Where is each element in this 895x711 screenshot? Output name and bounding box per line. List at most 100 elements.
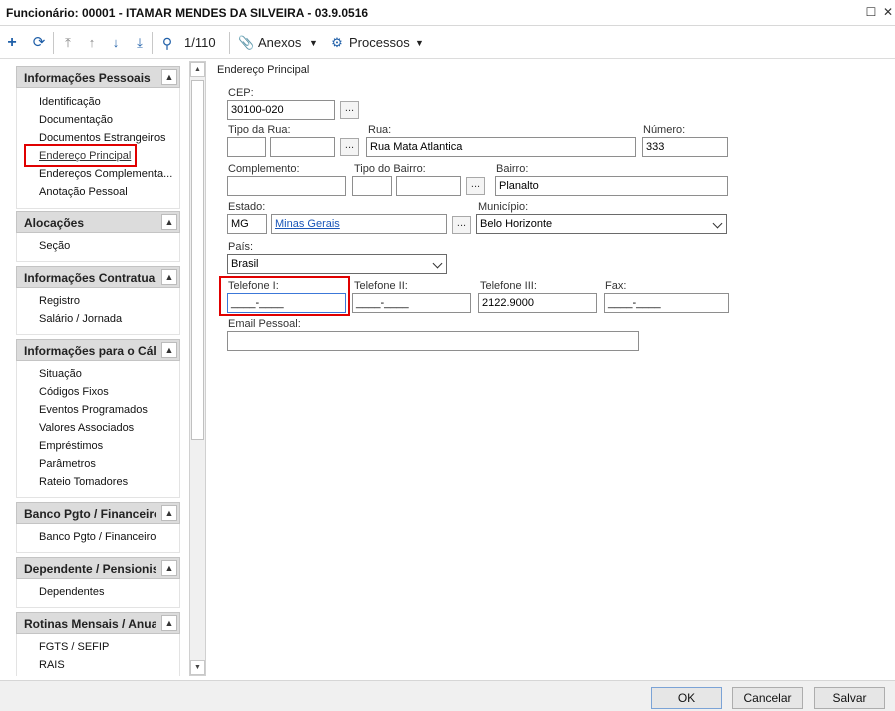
complemento-input[interactable] — [227, 176, 346, 196]
highlight-box — [24, 144, 137, 167]
refresh-icon[interactable]: ⟳ — [30, 33, 48, 53]
telefone2-label: Telefone II: — [354, 280, 408, 292]
telefone3-input[interactable]: 2122.9000 — [478, 293, 597, 313]
next-record-icon[interactable]: ↓ — [108, 33, 124, 53]
email-input[interactable] — [227, 331, 639, 351]
municipio-label: Município: — [478, 201, 529, 213]
group-header[interactable]: Alocações ▲ — [16, 211, 180, 233]
tipo-bairro-code-input[interactable] — [352, 176, 392, 196]
footer-bar: OK Cancelar Salvar — [0, 680, 895, 711]
estado-name-link[interactable]: Minas Gerais — [271, 214, 447, 234]
chevron-down-icon[interactable]: ▼ — [415, 33, 424, 53]
highlight-box — [219, 276, 350, 316]
sidebar-item-rais[interactable]: RAIS — [17, 656, 179, 674]
collapse-icon[interactable]: ▲ — [161, 505, 177, 521]
sidebar-item-dependentes[interactable]: Dependentes — [17, 583, 179, 601]
close-icon[interactable]: ✕ — [880, 4, 895, 20]
collapse-icon[interactable]: ▲ — [161, 69, 177, 85]
sidebar-item-situacao[interactable]: Situação — [17, 365, 179, 383]
rua-label: Rua: — [368, 124, 392, 136]
processes-menu[interactable]: Processos — [349, 33, 410, 53]
tipo-rua-input[interactable] — [270, 137, 335, 157]
group-header[interactable]: Informações Pessoais ▲ — [16, 66, 180, 88]
previous-record-icon[interactable]: ↑ — [84, 33, 100, 53]
maximize-icon[interactable]: ☐ — [863, 4, 879, 20]
collapse-icon[interactable]: ▲ — [161, 214, 177, 230]
sidebar-item-fgts-sefip[interactable]: FGTS / SEFIP — [17, 638, 179, 656]
sidebar-group-banco: Banco Pgto / Financeiro ▲ Banco Pgto / F… — [16, 502, 180, 553]
tipo-rua-label: Tipo da Rua: — [228, 124, 291, 136]
paperclip-icon[interactable]: 📎 — [238, 33, 254, 53]
window-title: Funcionário: 00001 - ITAMAR MENDES DA SI… — [6, 6, 369, 20]
municipio-select[interactable]: Belo Horizonte — [476, 214, 727, 234]
sidebar-item-registro[interactable]: Registro — [17, 292, 179, 310]
title-bar: Funcionário: 00001 - ITAMAR MENDES DA SI… — [0, 0, 895, 26]
group-header[interactable]: Rotinas Mensais / Anua ▲ — [16, 612, 180, 634]
sidebar-item-anotacao-pessoal[interactable]: Anotação Pessoal — [17, 183, 179, 201]
save-button[interactable]: Salvar — [814, 687, 885, 709]
section-title: Endereço Principal — [217, 64, 310, 76]
fax-input[interactable]: ____-____ — [604, 293, 729, 313]
tipo-bairro-input[interactable] — [396, 176, 461, 196]
pais-label: País: — [228, 241, 254, 253]
group-header[interactable]: Dependente / Pensionis ▲ — [16, 557, 180, 579]
bairro-input[interactable]: Planalto — [495, 176, 728, 196]
gear-icon[interactable]: ⚙ — [329, 33, 345, 53]
sidebar-item-codigos-fixos[interactable]: Códigos Fixos — [17, 383, 179, 401]
cep-input[interactable]: 30100-020 — [227, 100, 335, 120]
sidebar-group-personal: Informações Pessoais ▲ Identificação Doc… — [16, 66, 180, 209]
cep-lookup-button[interactable]: ... — [340, 101, 359, 119]
pais-select[interactable]: Brasil — [227, 254, 447, 274]
collapse-icon[interactable]: ▲ — [161, 269, 177, 285]
scroll-down-icon[interactable]: ▼ — [190, 660, 205, 675]
sidebar-item-emprestimos[interactable]: Empréstimos — [17, 437, 179, 455]
sidebar-item-valores-associados[interactable]: Valores Associados — [17, 419, 179, 437]
sidebar-item-identificacao[interactable]: Identificação — [17, 93, 179, 111]
sidebar-item-documentacao[interactable]: Documentação — [17, 111, 179, 129]
collapse-icon[interactable]: ▲ — [161, 560, 177, 576]
cancel-button[interactable]: Cancelar — [732, 687, 803, 709]
numero-label: Número: — [643, 124, 686, 136]
sidebar-item-salario-jornada[interactable]: Salário / Jornada — [17, 310, 179, 328]
tipo-rua-code-input[interactable] — [227, 137, 266, 157]
collapse-icon[interactable]: ▲ — [161, 342, 177, 358]
sidebar-item-parametros[interactable]: Parâmetros — [17, 455, 179, 473]
sidebar-group-dependentes: Dependente / Pensionis ▲ Dependentes — [16, 557, 180, 608]
telefone3-label: Telefone III: — [480, 280, 537, 292]
scroll-up-icon[interactable]: ▲ — [190, 62, 205, 77]
group-header[interactable]: Informações para o Cál ▲ — [16, 339, 180, 361]
search-icon[interactable]: ⚲ — [158, 33, 176, 53]
sidebar-group-alocacoes: Alocações ▲ Seção — [16, 211, 180, 262]
sidebar-item-banco-pgto[interactable]: Banco Pgto / Financeiro — [17, 528, 179, 546]
numero-input[interactable]: 333 — [642, 137, 728, 157]
address-form: Endereço Principal CEP: 30100-020 ... Ti… — [207, 60, 895, 680]
collapse-icon[interactable]: ▲ — [161, 615, 177, 631]
tipo-bairro-lookup-button[interactable]: ... — [466, 177, 485, 195]
sidebar-item-secao[interactable]: Seção — [17, 237, 179, 255]
first-record-icon[interactable]: ⤒ — [60, 33, 76, 53]
sidebar-item-rateio-tomadores[interactable]: Rateio Tomadores — [17, 473, 179, 491]
sidebar-item-enderecos-complementares[interactable]: Endereços Complementa... — [17, 165, 179, 183]
sidebar-scrollbar[interactable]: ▲ ▼ — [189, 61, 206, 676]
telefone2-input[interactable]: ____-____ — [352, 293, 471, 313]
rua-input[interactable]: Rua Mata Atlantica — [366, 137, 636, 157]
sidebar-item-eventos-programados[interactable]: Eventos Programados — [17, 401, 179, 419]
chevron-down-icon[interactable]: ▼ — [309, 33, 318, 53]
tipo-rua-lookup-button[interactable]: ... — [340, 138, 359, 156]
bairro-label: Bairro: — [496, 163, 529, 175]
fax-label: Fax: — [605, 280, 627, 292]
scroll-thumb[interactable] — [191, 80, 204, 440]
record-counter: 1/110 — [184, 35, 216, 50]
last-record-icon[interactable]: ⤓ — [132, 33, 148, 53]
sidebar-group-calculo: Informações para o Cál ▲ Situação Código… — [16, 339, 180, 498]
sidebar-group-contratuais: Informações Contratua ▲ Registro Salário… — [16, 266, 180, 335]
attachments-menu[interactable]: Anexos — [258, 33, 301, 53]
estado-lookup-button[interactable]: ... — [452, 216, 471, 234]
complemento-label: Complemento: — [228, 163, 300, 175]
estado-code-input[interactable]: MG — [227, 214, 267, 234]
group-header[interactable]: Banco Pgto / Financeiro ▲ — [16, 502, 180, 524]
ok-button[interactable]: OK — [651, 687, 722, 709]
add-icon[interactable]: + — [4, 33, 20, 53]
group-header[interactable]: Informações Contratua ▲ — [16, 266, 180, 288]
estado-label: Estado: — [228, 201, 266, 213]
